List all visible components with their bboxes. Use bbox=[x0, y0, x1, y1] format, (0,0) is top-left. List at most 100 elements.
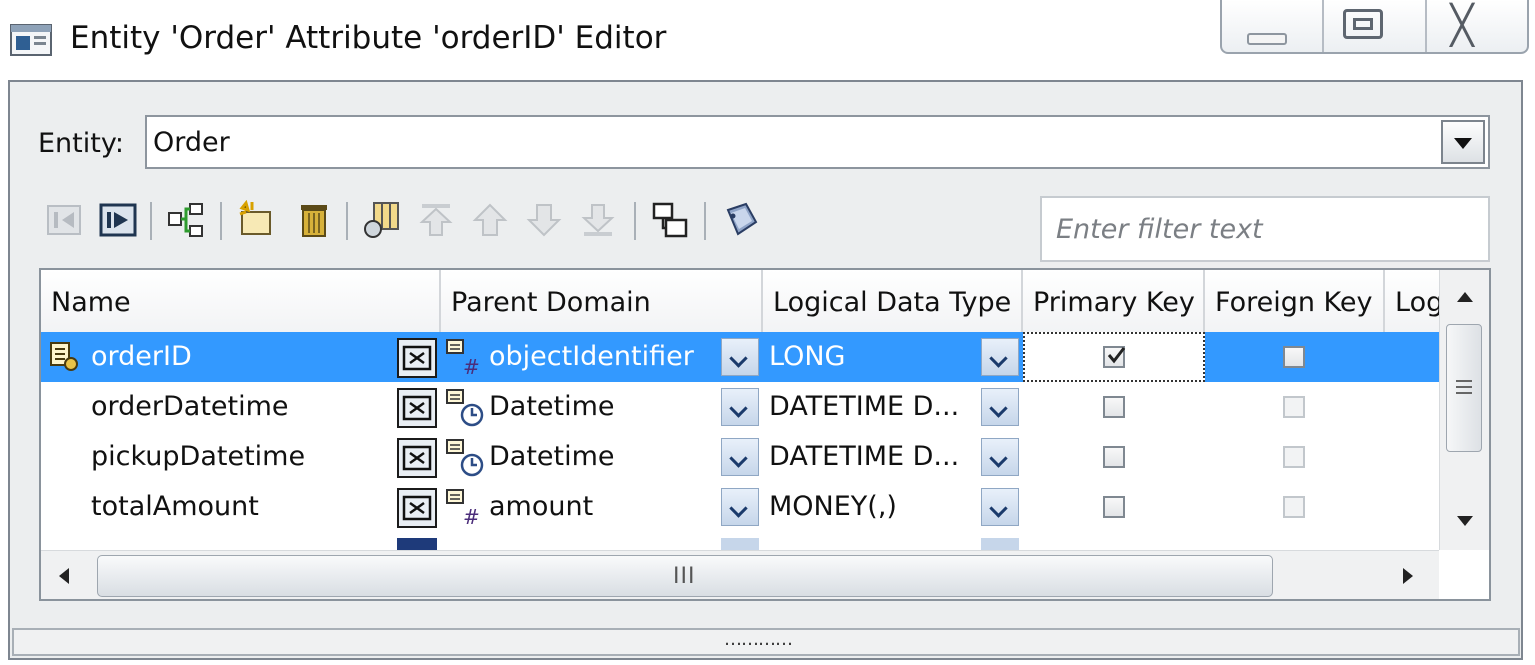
logical-data-type: MONEY(,) bbox=[769, 491, 897, 522]
column-header-name[interactable]: Name bbox=[41, 270, 441, 332]
primary-key-checkbox[interactable] bbox=[1103, 496, 1125, 518]
primary-key-checkbox[interactable] bbox=[1103, 346, 1126, 368]
edit-button[interactable] bbox=[397, 538, 437, 550]
data-type-dropdown[interactable] bbox=[981, 438, 1019, 476]
move-top-icon[interactable] bbox=[416, 200, 456, 240]
restore-icon bbox=[1343, 9, 1384, 39]
svg-text:#: # bbox=[463, 505, 480, 528]
window-title: Entity 'Order' Attribute 'orderID' Edito… bbox=[70, 20, 667, 56]
nav-next-icon[interactable] bbox=[98, 200, 138, 240]
column-header-parent-domain[interactable]: Parent Domain bbox=[441, 270, 763, 332]
filter-field[interactable] bbox=[1040, 196, 1490, 262]
attribute-name: pickupDatetime bbox=[91, 441, 306, 472]
foreign-key-checkbox[interactable] bbox=[1283, 396, 1305, 418]
edit-button[interactable] bbox=[397, 438, 437, 478]
splitter-bar[interactable]: ………… bbox=[12, 628, 1520, 656]
parent-domain: objectIdentifier bbox=[489, 341, 694, 372]
foreign-key-checkbox[interactable] bbox=[1283, 346, 1305, 368]
parent-domain: amount bbox=[489, 491, 594, 522]
column-header-logical-data-type[interactable]: Logical Data Type bbox=[763, 270, 1023, 332]
data-type-dropdown[interactable] bbox=[981, 388, 1019, 426]
attributes-table: Name Parent Domain Logical Data Type Pri… bbox=[39, 268, 1491, 601]
grip-icon bbox=[1456, 380, 1472, 394]
delete-icon[interactable] bbox=[294, 200, 334, 240]
table-row[interactable]: orderDatetime Datetime DATETIME D... bbox=[41, 382, 1439, 432]
table-row[interactable]: totalAmount # amount MONEY(,) bbox=[41, 482, 1439, 532]
entity-label: Entity: bbox=[38, 128, 124, 159]
edit-icon bbox=[402, 345, 432, 371]
primary-key-checkbox[interactable] bbox=[1103, 396, 1125, 418]
column-header-primary-key[interactable]: Primary Key bbox=[1023, 270, 1205, 332]
parent-domain-dropdown[interactable] bbox=[721, 338, 759, 376]
nav-prev-icon[interactable] bbox=[44, 200, 84, 240]
title-bar: Entity 'Order' Attribute 'orderID' Edito… bbox=[0, 0, 1535, 82]
splitter-grip-icon: ………… bbox=[724, 629, 793, 650]
parent-domain-dropdown[interactable] bbox=[721, 388, 759, 426]
parent-domain-dropdown[interactable] bbox=[721, 538, 759, 550]
domain-clock-icon bbox=[446, 389, 484, 427]
move-up-icon[interactable] bbox=[470, 200, 510, 240]
vertical-scrollbar[interactable] bbox=[1439, 270, 1489, 550]
domain-number-icon: # bbox=[446, 489, 480, 528]
domain-number-icon: # bbox=[446, 339, 480, 378]
svg-text:#: # bbox=[463, 355, 480, 378]
vertical-scroll-thumb[interactable] bbox=[1446, 324, 1482, 452]
entity-dropdown-button[interactable] bbox=[1441, 120, 1485, 164]
new-attribute-icon[interactable] bbox=[236, 200, 276, 240]
edit-button[interactable] bbox=[397, 338, 437, 378]
domain-clock-icon bbox=[446, 439, 484, 477]
diagram-icon[interactable] bbox=[650, 200, 690, 240]
toolbar-separator bbox=[346, 202, 348, 240]
edit-tag-icon[interactable] bbox=[720, 200, 760, 240]
minimize-button[interactable] bbox=[1222, 0, 1325, 52]
horizontal-scrollbar[interactable]: III bbox=[41, 550, 1439, 599]
table-row-partial[interactable] bbox=[41, 532, 1439, 550]
columns-icon[interactable] bbox=[362, 200, 402, 240]
scroll-left-icon[interactable] bbox=[59, 568, 69, 584]
primary-key-attribute-icon bbox=[50, 342, 78, 371]
toolbar-separator bbox=[150, 202, 152, 240]
scroll-up-icon[interactable] bbox=[1455, 290, 1475, 304]
foreign-key-checkbox[interactable] bbox=[1283, 496, 1305, 518]
entity-value: Order bbox=[153, 127, 230, 158]
data-type-dropdown[interactable] bbox=[981, 488, 1019, 526]
logical-data-type: DATETIME D... bbox=[769, 391, 960, 422]
close-button[interactable]: ╳ bbox=[1427, 0, 1527, 52]
edit-icon bbox=[402, 495, 432, 521]
toolbar-separator bbox=[634, 202, 636, 240]
move-down-icon[interactable] bbox=[524, 200, 564, 240]
toolbar-separator bbox=[704, 202, 706, 240]
table-row[interactable]: orderID # objectIdentifier LONG bbox=[41, 332, 1439, 382]
parent-domain: Datetime bbox=[489, 441, 615, 472]
maximize-button[interactable] bbox=[1324, 0, 1427, 52]
window-controls: ╳ bbox=[1220, 0, 1529, 54]
close-icon: ╳ bbox=[1450, 3, 1474, 47]
entity-select[interactable]: Order bbox=[145, 115, 1490, 169]
table-row[interactable]: pickupDatetime Datetime DATETIME D... bbox=[41, 432, 1439, 482]
horizontal-scroll-thumb[interactable]: III bbox=[97, 555, 1273, 597]
scroll-down-icon[interactable] bbox=[1455, 514, 1475, 528]
filter-input[interactable] bbox=[1042, 198, 1488, 260]
hierarchy-icon[interactable] bbox=[166, 200, 206, 240]
foreign-key-checkbox[interactable] bbox=[1283, 446, 1305, 468]
app-window-icon bbox=[10, 24, 52, 56]
move-bottom-icon[interactable] bbox=[578, 200, 618, 240]
attribute-name: orderID bbox=[91, 341, 192, 372]
logical-data-type: LONG bbox=[769, 341, 846, 372]
parent-domain-dropdown[interactable] bbox=[721, 438, 759, 476]
data-type-dropdown[interactable] bbox=[981, 538, 1019, 550]
primary-key-checkbox[interactable] bbox=[1103, 446, 1125, 468]
column-header-log[interactable]: Log bbox=[1385, 270, 1439, 332]
scroll-right-icon[interactable] bbox=[1403, 568, 1413, 584]
toolbar-separator bbox=[220, 202, 222, 240]
attribute-name: totalAmount bbox=[91, 491, 259, 522]
edit-button[interactable] bbox=[397, 488, 437, 528]
toolbar bbox=[40, 196, 790, 250]
edit-button[interactable] bbox=[397, 388, 437, 428]
logical-data-type: DATETIME D... bbox=[769, 441, 960, 472]
column-header-foreign-key[interactable]: Foreign Key bbox=[1205, 270, 1385, 332]
parent-domain-dropdown[interactable] bbox=[721, 488, 759, 526]
grip-icon: III bbox=[673, 564, 696, 589]
data-type-dropdown[interactable] bbox=[981, 338, 1019, 376]
chevron-down-icon bbox=[1454, 138, 1472, 149]
